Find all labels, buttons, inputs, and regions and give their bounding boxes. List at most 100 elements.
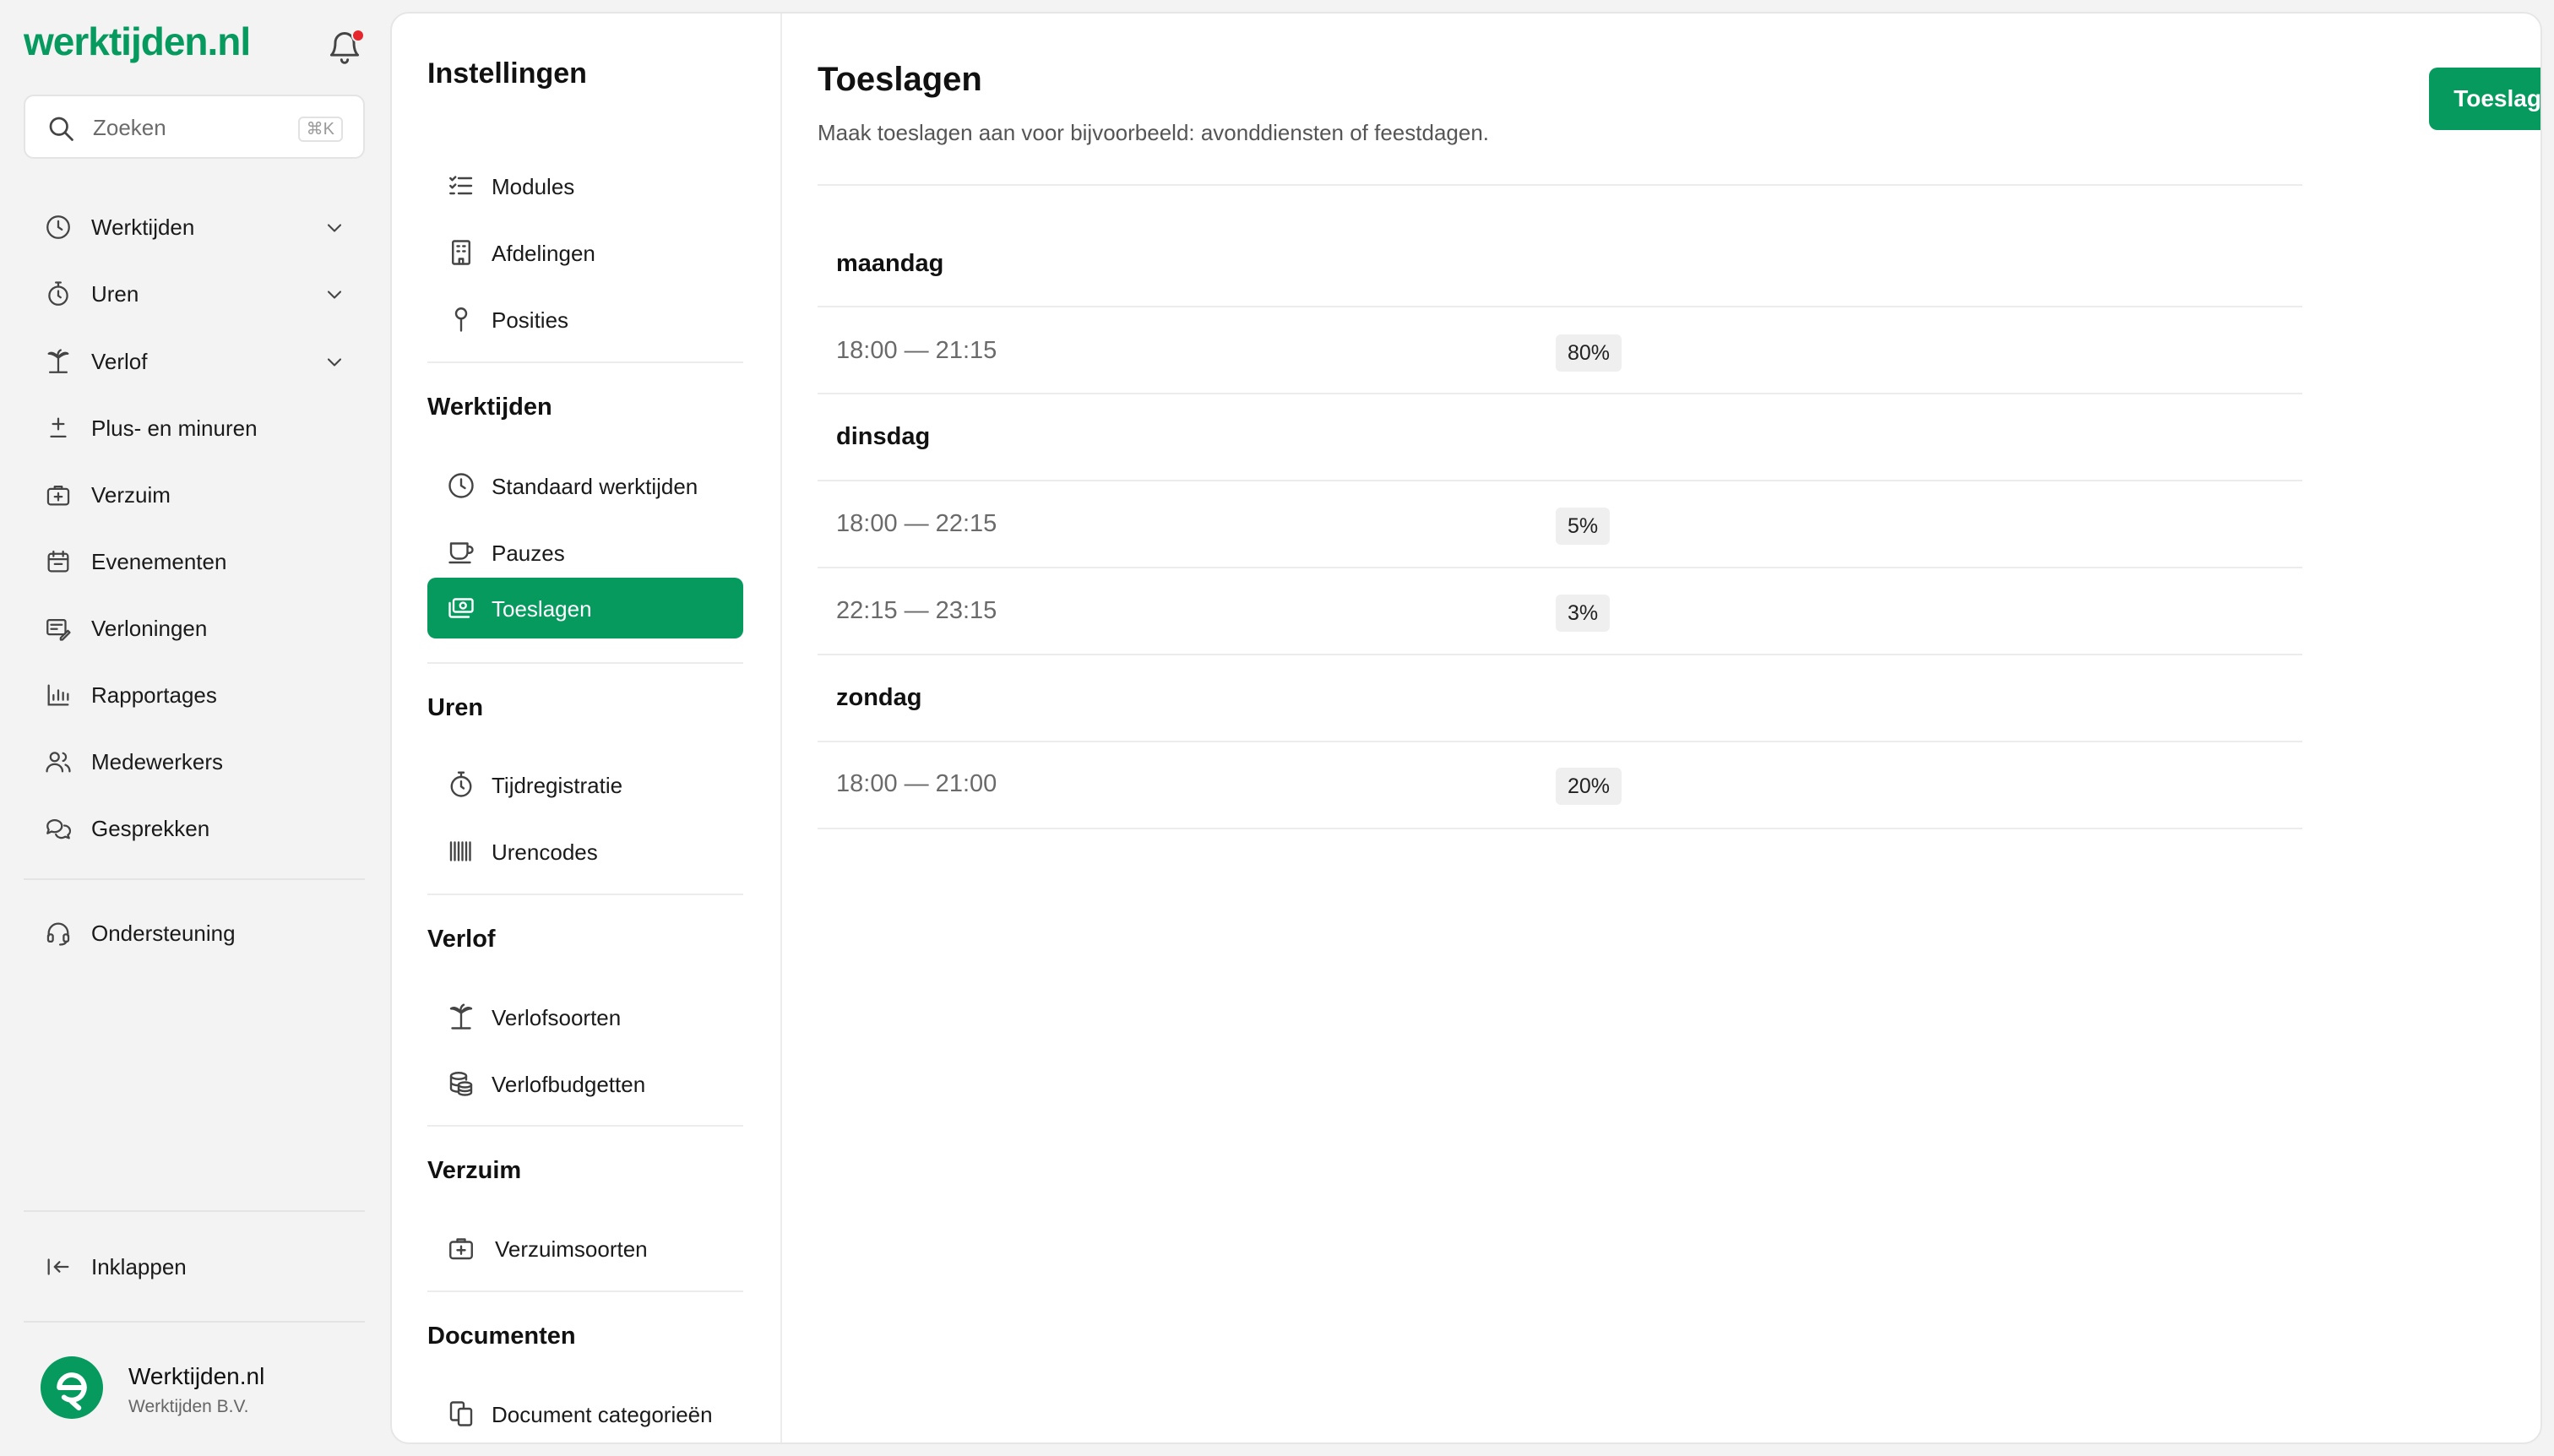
toeslag-time-range[interactable]: 18:00 — 22:15 bbox=[836, 510, 997, 538]
sidebar-item-label: Verloningen bbox=[91, 616, 208, 641]
plus-minus-icon bbox=[44, 414, 73, 443]
main-panel: Instellingen Modules Afdelingen Posities… bbox=[390, 12, 2542, 1444]
company-logo-icon bbox=[41, 1356, 103, 1419]
list-check-icon bbox=[446, 171, 476, 201]
palm-tree-icon bbox=[44, 347, 73, 376]
sidebar-item-verlof[interactable]: Verlof bbox=[24, 334, 365, 388]
header-divider bbox=[818, 184, 2302, 186]
barcode-icon bbox=[446, 836, 476, 867]
payslip-icon bbox=[44, 614, 73, 643]
settings-item-toeslagen[interactable]: Toeslagen bbox=[427, 578, 743, 638]
sidebar-item-verloningen[interactable]: Verloningen bbox=[24, 600, 365, 655]
chevron-down-icon[interactable] bbox=[323, 350, 346, 374]
settings-item-urencodes[interactable]: Urencodes bbox=[427, 821, 743, 882]
settings-section-verzuim: Verzuim bbox=[427, 1157, 522, 1184]
sidebar-item-label: Ondersteuning bbox=[91, 921, 236, 946]
building-icon bbox=[446, 237, 476, 268]
sidebar-item-uren[interactable]: Uren bbox=[24, 266, 365, 320]
documents-icon bbox=[446, 1399, 476, 1429]
settings-divider bbox=[427, 894, 743, 895]
sidebar-item-label: Medewerkers bbox=[91, 749, 224, 774]
settings-item-document-categorieen[interactable]: Document categorieën bbox=[427, 1383, 743, 1442]
toeslag-percentage-badge: 80% bbox=[1556, 334, 1622, 372]
search-placeholder: Zoeken bbox=[93, 115, 166, 140]
settings-item-label: Tijdregistratie bbox=[492, 773, 623, 798]
toeslag-percentage-badge: 3% bbox=[1556, 595, 1611, 632]
toeslag-time-range[interactable]: 18:00 — 21:15 bbox=[836, 337, 997, 365]
notifications-button[interactable] bbox=[326, 29, 365, 66]
stopwatch-icon bbox=[44, 280, 73, 308]
settings-divider bbox=[427, 1125, 743, 1127]
notification-dot bbox=[351, 29, 365, 42]
calendar-icon bbox=[44, 547, 73, 576]
palm-tree-icon bbox=[446, 1002, 476, 1032]
money-icon bbox=[446, 593, 476, 623]
sidebar-item-werktijden[interactable]: Werktijden bbox=[24, 199, 365, 253]
sidebar-item-evenementen[interactable]: Evenementen bbox=[24, 534, 365, 588]
settings-item-tijdregistratie[interactable]: Tijdregistratie bbox=[427, 754, 743, 815]
settings-item-verzuimsoorten[interactable]: Verzuimsoorten bbox=[427, 1218, 743, 1279]
clock-icon bbox=[44, 213, 73, 242]
day-heading-maandag: maandag bbox=[836, 250, 944, 277]
search-input[interactable]: Zoeken ⌘K bbox=[24, 95, 365, 159]
app-logo[interactable]: werktijden.nl bbox=[24, 19, 251, 64]
row-divider bbox=[818, 480, 2302, 481]
account-name: Werktijden.nl bbox=[128, 1363, 265, 1389]
sidebar-item-label: Verzuim bbox=[91, 482, 171, 508]
chevron-down-icon[interactable] bbox=[323, 216, 346, 240]
settings-item-afdelingen[interactable]: Afdelingen bbox=[427, 222, 743, 283]
sidebar-item-medewerkers[interactable]: Medewerkers bbox=[24, 734, 365, 788]
settings-item-label: Verlofsoorten bbox=[492, 1005, 622, 1030]
add-toeslag-button[interactable]: Toeslag toevoegen bbox=[2429, 68, 2540, 130]
search-shortcut-hint: ⌘K bbox=[297, 117, 343, 142]
settings-item-label: Modules bbox=[492, 174, 575, 199]
sidebar-divider bbox=[24, 878, 365, 880]
sidebar-item-ondersteuning[interactable]: Ondersteuning bbox=[24, 905, 365, 959]
stopwatch-icon bbox=[446, 769, 476, 800]
row-divider bbox=[818, 306, 2302, 307]
toeslag-time-range[interactable]: 18:00 — 21:00 bbox=[836, 770, 997, 798]
settings-item-label: Document categorieën bbox=[492, 1402, 713, 1427]
account-avatar[interactable] bbox=[41, 1356, 103, 1419]
bar-chart-icon bbox=[44, 681, 73, 709]
settings-section-verlof: Verlof bbox=[427, 926, 496, 953]
settings-divider bbox=[427, 361, 743, 363]
medical-kit-icon bbox=[446, 1233, 476, 1263]
sidebar-item-gesprekken[interactable]: Gesprekken bbox=[24, 801, 365, 855]
settings-item-modules[interactable]: Modules bbox=[427, 155, 743, 216]
settings-item-verlofsoorten[interactable]: Verlofsoorten bbox=[427, 986, 743, 1047]
sidebar-item-rapportages[interactable]: Rapportages bbox=[24, 667, 365, 721]
page-title: Toeslagen bbox=[818, 61, 982, 98]
sidebar-divider bbox=[24, 1210, 365, 1212]
clock-icon bbox=[446, 470, 476, 501]
settings-item-pauzes[interactable]: Pauzes bbox=[427, 522, 743, 583]
toeslag-percentage-badge: 20% bbox=[1556, 768, 1622, 805]
settings-section-werktijden: Werktijden bbox=[427, 394, 552, 421]
chevron-down-icon[interactable] bbox=[323, 283, 346, 307]
toeslagen-content: Toeslagen Maak toeslagen aan voor bijvoo… bbox=[782, 14, 2540, 1442]
settings-item-posities[interactable]: Posities bbox=[427, 289, 743, 350]
coins-icon bbox=[446, 1068, 476, 1099]
collapse-sidebar-button[interactable]: Inklappen bbox=[24, 1239, 365, 1293]
settings-divider bbox=[427, 662, 743, 664]
users-icon bbox=[44, 747, 73, 776]
settings-item-label: Verlofbudgetten bbox=[492, 1072, 646, 1097]
pin-icon bbox=[446, 304, 476, 334]
page-description: Maak toeslagen aan voor bijvoorbeeld: av… bbox=[818, 120, 1490, 145]
settings-item-label: Standaard werktijden bbox=[492, 474, 698, 499]
settings-item-label: Pauzes bbox=[492, 541, 565, 566]
sidebar-item-label: Plus- en minuren bbox=[91, 416, 258, 441]
row-divider bbox=[818, 828, 2302, 829]
toeslag-time-range[interactable]: 22:15 — 23:15 bbox=[836, 597, 997, 625]
collapse-label: Inklappen bbox=[91, 1254, 187, 1279]
sidebar-item-verzuim[interactable]: Verzuim bbox=[24, 467, 365, 521]
settings-item-verlofbudgetten[interactable]: Verlofbudgetten bbox=[427, 1053, 743, 1114]
settings-item-label: Toeslagen bbox=[492, 596, 592, 622]
toeslag-percentage-badge: 5% bbox=[1556, 508, 1611, 545]
sidebar-item-plus-en-minuren[interactable]: Plus- en minuren bbox=[24, 400, 365, 454]
settings-item-standaard-werktijden[interactable]: Standaard werktijden bbox=[427, 455, 743, 516]
sidebar-divider bbox=[24, 1321, 365, 1323]
sidebar-item-label: Evenementen bbox=[91, 549, 227, 574]
sidebar-item-label: Verlof bbox=[91, 349, 148, 374]
sidebar-item-label: Gesprekken bbox=[91, 816, 210, 841]
